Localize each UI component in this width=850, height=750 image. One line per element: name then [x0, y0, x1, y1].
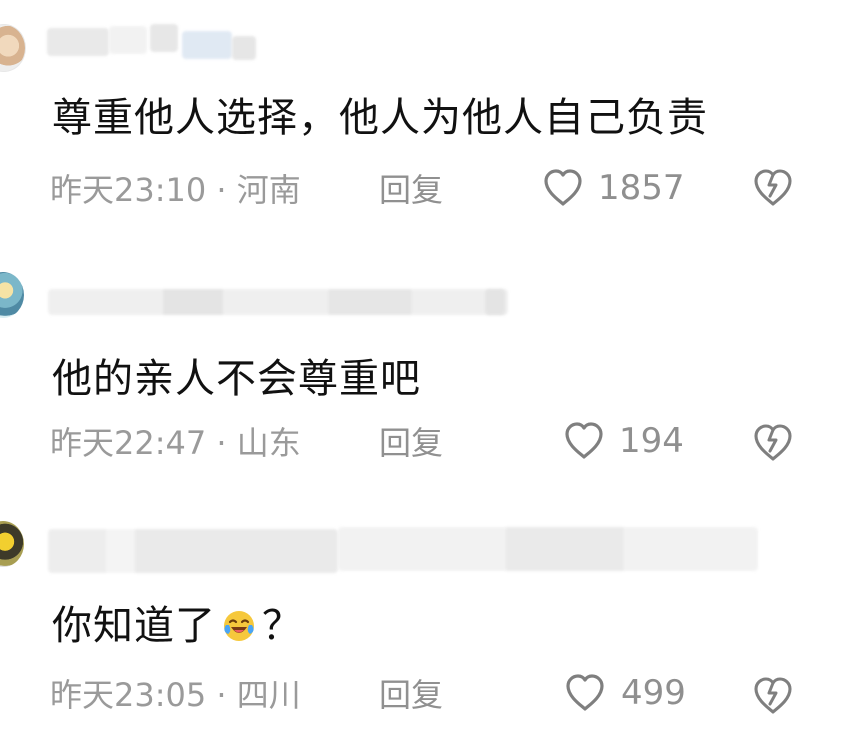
- broken-heart-icon[interactable]: [752, 675, 794, 717]
- comment-meta: 昨天23:10 · 河南: [50, 171, 301, 209]
- reply-button[interactable]: 回复: [379, 424, 443, 462]
- like-count: 1857: [598, 168, 685, 208]
- heart-outline-icon[interactable]: [541, 168, 585, 208]
- comment-text-part: 你知道了: [52, 603, 216, 649]
- heart-outline-icon[interactable]: [562, 421, 606, 461]
- reply-button[interactable]: 回复: [379, 171, 443, 209]
- laughing-face-emoji: [222, 609, 256, 643]
- avatar[interactable]: [0, 24, 26, 72]
- comment-text: 尊重他人选择，他人为他人自己负责: [52, 95, 708, 141]
- comment-meta: 昨天22:47 · 山东: [50, 424, 301, 462]
- blurred-username-segment: [232, 36, 256, 60]
- blurred-username: [48, 529, 338, 573]
- reply-button[interactable]: 回复: [379, 676, 443, 714]
- broken-heart-icon[interactable]: [752, 422, 794, 464]
- blurred-username-segment: [338, 527, 758, 571]
- comment-text: 你知道了 ？: [52, 602, 303, 650]
- broken-heart-icon[interactable]: [752, 167, 794, 209]
- like-count: 499: [621, 673, 686, 713]
- comment-meta: 昨天23:05 · 四川: [50, 676, 301, 714]
- comment-item-3: 你知道了 ？ 昨天23:05 · 四川 回复 499: [0, 505, 850, 750]
- comment-item-1: 尊重他人选择，他人为他人自己负责 昨天23:10 · 河南 回复 1857: [0, 0, 850, 245]
- comment-item-2: 他的亲人不会尊重吧 昨天22:47 · 山东 回复 194: [0, 258, 850, 503]
- blurred-username-segment: [109, 26, 147, 54]
- comment-text-part: ？: [262, 603, 303, 649]
- blurred-username-segment: [485, 289, 505, 315]
- blurred-username-segment: [182, 31, 232, 59]
- blurred-username-segment: [47, 28, 109, 56]
- blurred-username-segment: [150, 24, 178, 52]
- heart-outline-icon[interactable]: [563, 673, 607, 713]
- comment-text: 他的亲人不会尊重吧: [52, 356, 421, 402]
- like-count: 194: [619, 421, 684, 461]
- avatar[interactable]: [0, 521, 24, 567]
- avatar[interactable]: [0, 272, 24, 318]
- blurred-username: [48, 289, 508, 315]
